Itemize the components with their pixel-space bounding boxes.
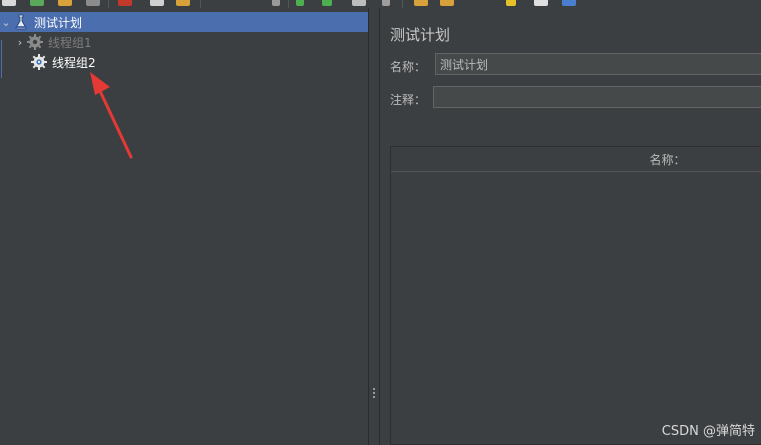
cut-icon[interactable] — [118, 0, 132, 6]
save-icon[interactable] — [86, 0, 100, 6]
clear-icon[interactable] — [414, 0, 428, 6]
comment-field[interactable] — [433, 86, 761, 108]
test-plan-tree[interactable]: ⌄ 测试计划 › 线程组1 线程组2 — [0, 8, 372, 445]
column-header-name[interactable]: 名称： — [649, 151, 685, 168]
start-icon[interactable] — [296, 0, 304, 6]
tree-item-label: 线程组1 — [48, 35, 92, 50]
split-pane-divider[interactable] — [368, 8, 380, 445]
function-helper-icon[interactable] — [534, 0, 548, 6]
stop-icon[interactable] — [352, 0, 366, 6]
toolbar-separator — [200, 0, 201, 8]
toggle-icon[interactable] — [272, 0, 280, 6]
tree-item-thread-group-1[interactable]: › 线程组1 — [14, 32, 92, 52]
table-header: 名称： — [391, 147, 761, 172]
copy-icon[interactable] — [150, 0, 164, 6]
new-icon[interactable] — [2, 0, 16, 6]
test-plan-editor: 测试计划 名称： 注释： 名称： — [380, 8, 761, 445]
test-plan-icon — [12, 13, 30, 31]
tree-item-thread-group-2[interactable]: 线程组2 — [26, 52, 96, 72]
tree-guide-line — [1, 40, 2, 78]
drag-handle-icon[interactable] — [373, 388, 376, 400]
user-variables-table[interactable]: 名称： — [390, 146, 761, 445]
tree-item-label: 线程组2 — [52, 55, 96, 70]
tree-item-label: 测试计划 — [34, 15, 83, 30]
comment-label: 注释： — [390, 93, 427, 107]
paste-icon[interactable] — [176, 0, 190, 6]
templates-icon[interactable] — [30, 0, 44, 6]
chevron-down-icon[interactable]: ⌄ — [0, 12, 12, 32]
start-no-pause-icon[interactable] — [322, 0, 332, 6]
toolbar-separator — [108, 0, 109, 8]
clear-all-icon[interactable] — [440, 0, 454, 6]
watermark: CSDN @弹简特 — [661, 424, 755, 439]
gear-icon — [30, 53, 48, 71]
table-body[interactable] — [391, 172, 761, 444]
gear-icon — [26, 33, 44, 51]
shutdown-icon[interactable] — [382, 0, 390, 6]
name-label: 名称： — [390, 60, 427, 74]
tree-item-test-plan[interactable]: ⌄ 测试计划 — [0, 12, 372, 32]
toolbar — [0, 0, 761, 8]
name-field[interactable] — [435, 53, 761, 75]
toolbar-separator — [402, 0, 403, 8]
open-icon[interactable] — [58, 0, 72, 6]
chevron-right-icon[interactable]: › — [14, 32, 26, 52]
help-icon[interactable] — [562, 0, 576, 6]
search-icon[interactable] — [506, 0, 516, 6]
toolbar-separator — [288, 0, 289, 8]
panel-title: 测试计划 — [390, 26, 451, 44]
